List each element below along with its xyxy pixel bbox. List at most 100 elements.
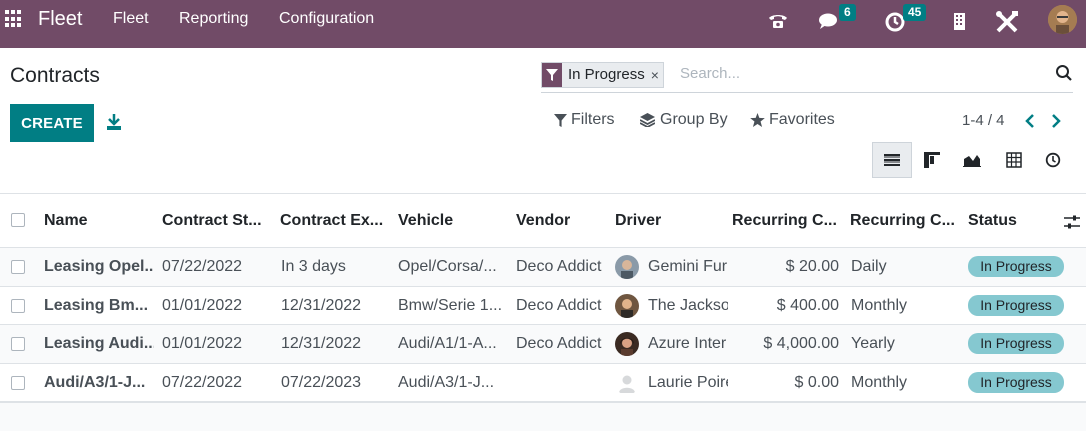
kanban-view-icon[interactable] (912, 142, 952, 178)
cell-name: Leasing Opel... (44, 258, 154, 275)
cell-expiry: 12/31/2022 (281, 296, 362, 314)
cell-frequency: Monthly (851, 373, 908, 391)
cell-cost: $ 400.00 (776, 296, 839, 314)
cell-start: 01/01/2022 (162, 296, 243, 314)
cell-vendor: Deco Addict (516, 258, 602, 275)
groupby-label: Group By (660, 111, 728, 128)
filter-icon (542, 63, 562, 87)
cell-driver: Azure Inter (648, 335, 727, 352)
cell-cost: $ 0.00 (794, 373, 839, 391)
favorites-label: Favorites (769, 111, 835, 128)
status-badge: In Progress (968, 371, 1064, 393)
cell-cost: $ 20.00 (785, 258, 839, 275)
cell-name: Leasing Bm... (44, 296, 149, 314)
cell-driver: The Jackso (648, 296, 728, 314)
column-header-contract-expiry[interactable]: Contract Ex... (280, 212, 383, 230)
status-badge: In Progress (968, 294, 1064, 316)
pager-next-icon[interactable] (1048, 112, 1064, 130)
top-navbar: Fleet Fleet Reporting Configuration 6 45 (0, 0, 1086, 48)
phone-icon[interactable] (766, 9, 794, 37)
facet-label: In Progress (568, 66, 645, 83)
create-button[interactable]: CREATE (10, 104, 94, 142)
driver-avatar (615, 293, 639, 318)
list-view-icon[interactable] (872, 142, 912, 178)
page-title: Contracts (10, 64, 100, 87)
cell-vehicle: Opel/Corsa/... (398, 258, 497, 275)
column-header-status[interactable]: Status (968, 212, 1017, 230)
groupby-dropdown[interactable]: Group By (640, 111, 728, 129)
optional-columns-icon[interactable] (1064, 214, 1080, 235)
table-row[interactable]: Audi/A3/1-J... 07/22/2022 07/22/2023 Aud… (0, 363, 1086, 402)
pager-value[interactable]: 1-4 / 4 (962, 112, 1005, 129)
table-row[interactable]: Leasing Opel... 07/22/2022 In 3 days Ope… (0, 248, 1086, 287)
cell-frequency: Monthly (851, 296, 908, 314)
tools-icon[interactable] (994, 9, 1022, 37)
cell-expiry: 07/22/2023 (281, 373, 362, 391)
column-header-contract-start[interactable]: Contract St... (162, 212, 262, 230)
favorites-dropdown[interactable]: Favorites (750, 111, 835, 129)
layers-icon (640, 113, 655, 127)
cell-driver: Gemini Furn (648, 258, 728, 275)
row-checkbox[interactable] (11, 260, 25, 274)
activities-count-badge: 45 (903, 4, 927, 21)
table-header: Name Contract St... Contract Ex... Vehic… (0, 194, 1086, 248)
cell-vehicle: Audi/A3/1-J... (398, 373, 495, 391)
star-icon (750, 113, 765, 127)
search-input[interactable] (680, 65, 1010, 82)
app-brand[interactable]: Fleet (38, 8, 82, 31)
column-header-vehicle[interactable]: Vehicle (398, 212, 453, 230)
filter-funnel-icon (554, 113, 567, 127)
menu-configuration[interactable]: Configuration (279, 10, 374, 28)
column-header-vendor[interactable]: Vendor (516, 212, 570, 230)
graph-view-icon[interactable] (952, 142, 992, 178)
status-badge: In Progress (968, 333, 1064, 354)
search-facet: In Progress × (541, 62, 664, 88)
menu-fleet[interactable]: Fleet (113, 10, 149, 28)
search-icon[interactable] (1055, 64, 1073, 87)
driver-placeholder-avatar (615, 370, 639, 395)
row-checkbox[interactable] (11, 337, 25, 351)
cell-expiry: In 3 days (281, 258, 346, 275)
filters-dropdown[interactable]: Filters (554, 111, 615, 129)
cell-start: 01/01/2022 (162, 335, 243, 352)
cell-vendor: Deco Addict (516, 296, 602, 314)
column-header-recurring-frequency[interactable]: Recurring C... (850, 212, 955, 230)
contracts-table: Name Contract St... Contract Ex... Vehic… (0, 194, 1086, 402)
cell-frequency: Yearly (851, 335, 895, 352)
building-icon[interactable] (951, 9, 979, 37)
table-footer (0, 402, 1086, 431)
cell-vehicle: Bmw/Serie 1... (398, 296, 503, 314)
cell-driver: Laurie Poire (648, 373, 728, 391)
cell-start: 07/22/2022 (162, 373, 243, 391)
cell-vehicle: Audi/A1/1-A... (398, 335, 497, 352)
row-checkbox[interactable] (11, 298, 25, 313)
pivot-view-icon[interactable] (994, 142, 1034, 178)
column-header-driver[interactable]: Driver (615, 212, 661, 230)
cell-frequency: Daily (851, 258, 887, 275)
table-row[interactable]: Leasing Bm... 01/01/2022 12/31/2022 Bmw/… (0, 286, 1086, 325)
cell-expiry: 12/31/2022 (281, 335, 362, 352)
driver-avatar (615, 332, 639, 356)
menu-reporting[interactable]: Reporting (179, 10, 248, 28)
apps-menu-icon[interactable] (5, 10, 23, 28)
control-panel: Contracts CREATE In Progress × Filters G… (0, 48, 1086, 194)
cell-start: 07/22/2022 (162, 258, 243, 275)
driver-avatar (615, 255, 639, 279)
facet-remove-icon[interactable]: × (651, 63, 663, 87)
row-checkbox[interactable] (11, 375, 25, 390)
cell-name: Audi/A3/1-J... (44, 373, 146, 391)
column-header-name[interactable]: Name (44, 212, 88, 230)
table-row[interactable]: Leasing Audi... 01/01/2022 12/31/2022 Au… (0, 325, 1086, 364)
cell-name: Leasing Audi... (44, 335, 154, 352)
user-avatar[interactable] (1048, 5, 1077, 34)
status-badge: In Progress (968, 256, 1064, 277)
pager-previous-icon[interactable] (1022, 112, 1038, 130)
filters-label: Filters (571, 111, 615, 128)
table-body: Leasing Opel... 07/22/2022 In 3 days Ope… (0, 248, 1086, 402)
download-icon[interactable] (106, 113, 122, 131)
select-all-checkbox[interactable] (11, 213, 25, 227)
column-header-recurring-cost[interactable]: Recurring C... (732, 212, 837, 230)
activity-view-icon[interactable] (1033, 142, 1073, 178)
cell-cost: $ 4,000.00 (763, 335, 839, 352)
messages-count-badge: 6 (839, 4, 856, 21)
